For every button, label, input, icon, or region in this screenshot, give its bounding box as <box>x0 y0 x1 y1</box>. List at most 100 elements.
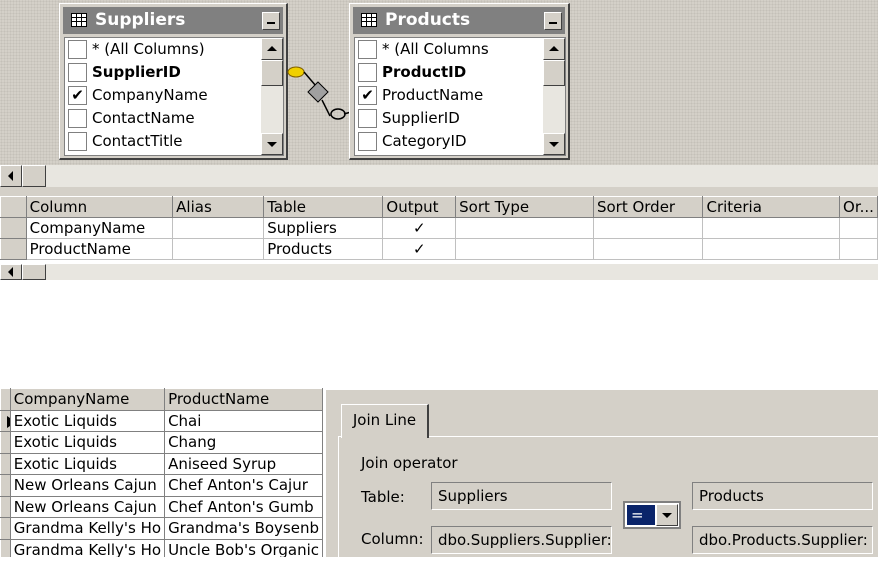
operator-dropdown-button[interactable] <box>656 504 678 526</box>
row-selector[interactable] <box>0 217 27 239</box>
column-row[interactable]: ✔ ProductName <box>355 84 565 107</box>
checkbox[interactable] <box>358 109 377 128</box>
minimize-button[interactable] <box>262 12 280 30</box>
column-row[interactable]: ProductID <box>355 61 565 84</box>
results-header-companyname[interactable]: CompanyName <box>9 388 166 411</box>
results-cell[interactable]: Grandma's Boysenb <box>164 517 323 540</box>
grid-cell-criteria[interactable] <box>702 238 841 260</box>
diagram-horizontal-scrollbar[interactable] <box>0 165 878 187</box>
row-selector[interactable] <box>0 495 11 518</box>
results-cell[interactable]: Aniseed Syrup <box>164 452 323 475</box>
grid-cell-column[interactable]: CompanyName <box>25 217 174 239</box>
grid-header-alias[interactable]: Alias <box>172 196 265 218</box>
results-cell[interactable]: Exotic Liquids <box>9 431 166 454</box>
grid-cell-sort-type[interactable] <box>455 238 594 260</box>
grid-cell-sort-type[interactable] <box>455 217 594 239</box>
results-cell[interactable]: Chang <box>164 431 323 454</box>
checkbox-checked[interactable]: ✔ <box>358 86 377 105</box>
scroll-left-button[interactable] <box>0 165 22 187</box>
results-header-productname[interactable]: ProductName <box>164 388 323 411</box>
grid-header-column[interactable]: Column <box>25 196 174 218</box>
results-cell[interactable]: New Orleans Cajun <box>9 474 166 497</box>
grid-cell-table[interactable]: Products <box>263 238 384 260</box>
checkbox[interactable] <box>358 40 377 59</box>
grid-row[interactable]: CompanyName Suppliers ✓ <box>0 217 878 239</box>
grid-cell-sort-order[interactable] <box>592 217 704 239</box>
results-cell[interactable]: Chai <box>164 409 323 432</box>
results-cell[interactable]: Chef Anton's Gumb <box>164 495 323 518</box>
products-table-box[interactable]: Products * (All Columns ProductID ✔ Produ… <box>349 3 570 160</box>
grid-header-sort-order[interactable]: Sort Order <box>592 196 704 218</box>
column-row[interactable]: ✔ CompanyName <box>65 84 283 107</box>
scroll-up-button[interactable] <box>261 38 283 60</box>
results-row[interactable]: Exotic Liquids Aniseed Syrup <box>0 452 323 475</box>
splitter[interactable] <box>0 187 878 196</box>
grid-cell-or[interactable] <box>839 238 878 260</box>
column-row[interactable]: ContactTitle <box>65 130 283 153</box>
suppliers-table-title[interactable]: Suppliers <box>63 7 283 34</box>
grid-cell-alias[interactable] <box>172 238 265 260</box>
checkbox[interactable] <box>358 63 377 82</box>
grid-cell-table[interactable]: Suppliers <box>263 217 384 239</box>
row-selector[interactable] <box>0 474 11 497</box>
grid-header-criteria[interactable]: Criteria <box>702 196 841 218</box>
column-row[interactable]: * (All Columns <box>355 38 565 61</box>
row-selector[interactable] <box>0 538 11 557</box>
tab-join-line[interactable]: Join Line <box>341 404 429 438</box>
grid-row[interactable]: ProductName Products ✓ <box>0 238 878 260</box>
current-row-indicator[interactable] <box>0 409 11 432</box>
grid-header-sort-type[interactable]: Sort Type <box>455 196 594 218</box>
grid-horizontal-scrollbar[interactable] <box>0 264 878 280</box>
checkbox[interactable] <box>68 40 87 59</box>
products-table-title[interactable]: Products <box>353 7 565 34</box>
column-row[interactable]: * (All Columns) <box>65 38 283 61</box>
column-row[interactable]: ContactName <box>65 107 283 130</box>
results-cell[interactable]: New Orleans Cajun <box>9 495 166 518</box>
checkbox[interactable] <box>68 132 87 151</box>
scroll-up-button[interactable] <box>543 38 565 60</box>
suppliers-table-box[interactable]: Suppliers * (All Columns) SupplierID ✔ Co… <box>59 3 288 160</box>
results-cell[interactable]: Exotic Liquids <box>9 452 166 475</box>
results-row[interactable]: Grandma Kelly's Ho Grandma's Boysenb <box>0 517 323 540</box>
grid-header-output[interactable]: Output <box>382 196 457 218</box>
grid-cell-alias[interactable] <box>172 217 265 239</box>
checkbox[interactable] <box>68 63 87 82</box>
scroll-left-button[interactable] <box>0 264 22 280</box>
grid-header-table[interactable]: Table <box>263 196 384 218</box>
row-selector[interactable] <box>0 431 11 454</box>
results-row[interactable]: Exotic Liquids Chai <box>0 409 323 432</box>
scroll-down-button[interactable] <box>543 133 565 155</box>
scroll-thumb[interactable] <box>22 264 46 280</box>
vertical-scrollbar[interactable] <box>261 38 283 155</box>
scroll-thumb[interactable] <box>22 165 46 187</box>
scroll-thumb[interactable] <box>543 60 565 86</box>
results-cell[interactable]: Uncle Bob's Organic <box>164 538 323 557</box>
results-cell[interactable]: Grandma Kelly's Ho <box>9 538 166 557</box>
grid-cell-criteria[interactable] <box>702 217 841 239</box>
results-cell[interactable]: Grandma Kelly's Ho <box>9 517 166 540</box>
grid-cell-output[interactable]: ✓ <box>382 217 457 239</box>
results-cell[interactable]: Chef Anton's Cajur <box>164 474 323 497</box>
minimize-button[interactable] <box>544 12 562 30</box>
row-selector[interactable] <box>0 452 11 475</box>
column-row[interactable]: SupplierID <box>65 61 283 84</box>
checkbox-checked[interactable]: ✔ <box>68 86 87 105</box>
results-row[interactable]: Grandma Kelly's Ho Uncle Bob's Organic <box>0 538 323 557</box>
results-row[interactable]: New Orleans Cajun Chef Anton's Gumb <box>0 495 323 518</box>
grid-cell-sort-order[interactable] <box>592 238 704 260</box>
grid-header-or[interactable]: Or... <box>839 196 878 218</box>
results-cell[interactable]: Exotic Liquids <box>9 409 166 432</box>
grid-cell-or[interactable] <box>839 217 878 239</box>
row-selector[interactable] <box>0 517 11 540</box>
checkbox[interactable] <box>358 132 377 151</box>
results-row[interactable]: Exotic Liquids Chang <box>0 431 323 454</box>
column-row[interactable]: SupplierID <box>355 107 565 130</box>
row-selector[interactable] <box>0 238 27 260</box>
join-operator-select[interactable]: = <box>623 501 681 529</box>
checkbox[interactable] <box>68 109 87 128</box>
scroll-thumb[interactable] <box>261 60 283 86</box>
grid-cell-output[interactable]: ✓ <box>382 238 457 260</box>
vertical-scrollbar[interactable] <box>543 38 565 155</box>
grid-cell-column[interactable]: ProductName <box>25 238 174 260</box>
results-row[interactable]: New Orleans Cajun Chef Anton's Cajur <box>0 474 323 497</box>
